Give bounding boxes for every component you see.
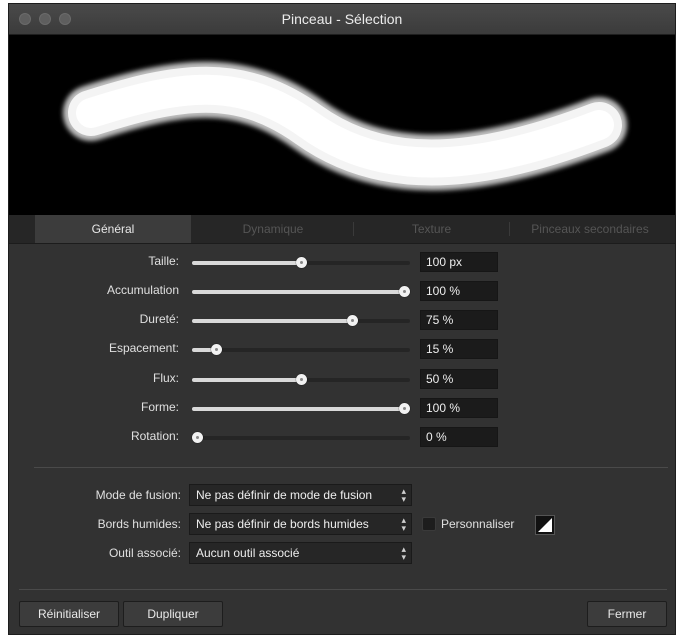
slider-fill (192, 348, 212, 352)
tab-dynamics[interactable]: Dynamique (193, 215, 353, 243)
divider (19, 589, 667, 590)
slider-value-field[interactable]: 15 % (420, 339, 498, 359)
slider-track[interactable] (192, 403, 410, 414)
brush-dialog: Pinceau - Sélection Général Dynamique Te… (8, 3, 676, 635)
stepper-chevrons-icon: ▴ ▾ (401, 486, 406, 504)
tab-secondary-brushes[interactable]: Pinceaux secondaires (510, 215, 670, 243)
slider-track[interactable] (192, 286, 410, 297)
slider-track[interactable] (192, 374, 410, 385)
slider-knob[interactable] (210, 344, 222, 355)
title-bar: Pinceau - Sélection (9, 4, 675, 35)
slider-value-field[interactable]: 50 % (420, 369, 498, 389)
slider-fill (192, 407, 410, 411)
slider-knob[interactable] (192, 432, 203, 443)
curve-icon (538, 518, 552, 532)
slider-track[interactable] (192, 315, 410, 326)
slider-value-field[interactable]: 0 % (420, 427, 498, 447)
window-title: Pinceau - Sélection (281, 11, 403, 27)
slider-track[interactable] (192, 257, 410, 268)
wet-edges-label: Bords humides: (97, 517, 181, 531)
slider-label: Taille: (148, 254, 179, 268)
associated-tool-value: Aucun outil associé (196, 546, 300, 560)
slider-label: Rotation: (130, 429, 179, 443)
slider-fill (192, 261, 301, 265)
slider-label: Espacement: (108, 341, 179, 355)
associated-tool-select[interactable]: Aucun outil associé ▴ ▾ (189, 542, 412, 564)
stepper-chevrons-icon: ▴ ▾ (401, 515, 406, 533)
slider-value-field[interactable]: 75 % (420, 310, 498, 330)
slider-track[interactable] (192, 344, 410, 355)
slider-label: Dureté: (139, 312, 179, 326)
tab-bar: Général Dynamique Texture Pinceaux secon… (9, 215, 675, 244)
slider-value-field[interactable]: 100 px (420, 252, 498, 272)
divider (34, 467, 668, 468)
close-button[interactable]: Fermer (587, 601, 667, 627)
brush-preview (9, 35, 675, 215)
slider-knob[interactable] (295, 374, 307, 385)
slider-track[interactable] (192, 432, 410, 443)
slider-fill (192, 319, 356, 323)
slider-fill (192, 290, 410, 294)
associated-tool-label: Outil associé: (108, 546, 181, 560)
stepper-chevrons-icon: ▴ ▾ (401, 544, 406, 562)
reset-button[interactable]: Réinitialiser (19, 601, 119, 627)
slider-knob[interactable] (399, 286, 410, 297)
wet-edges-curve-swatch[interactable] (535, 515, 555, 535)
slider-label: Forme: (140, 400, 179, 414)
slider-value-field[interactable]: 100 % (420, 281, 498, 301)
duplicate-button[interactable]: Dupliquer (123, 601, 223, 627)
slider-knob[interactable] (347, 315, 359, 326)
wet-edges-value: Ne pas définir de bords humides (196, 517, 369, 531)
slider-fill (192, 378, 301, 382)
slider-label: Flux: (152, 371, 179, 385)
custom-checkbox[interactable] (422, 517, 436, 531)
brush-stroke-preview (63, 61, 627, 191)
tab-texture[interactable]: Texture (354, 215, 509, 243)
blend-mode-label: Mode de fusion: (95, 488, 181, 502)
blend-mode-value: Ne pas définir de mode de fusion (196, 488, 373, 502)
slider-value-field[interactable]: 100 % (420, 398, 498, 418)
tab-general[interactable]: Général (35, 215, 191, 243)
wet-edges-select[interactable]: Ne pas définir de bords humides ▴ ▾ (189, 513, 412, 535)
custom-label: Personnaliser (441, 517, 515, 531)
slider-knob[interactable] (295, 257, 307, 268)
slider-knob[interactable] (399, 403, 410, 414)
slider-label: Accumulation (106, 283, 179, 297)
blend-mode-select[interactable]: Ne pas définir de mode de fusion ▴ ▾ (189, 484, 412, 506)
